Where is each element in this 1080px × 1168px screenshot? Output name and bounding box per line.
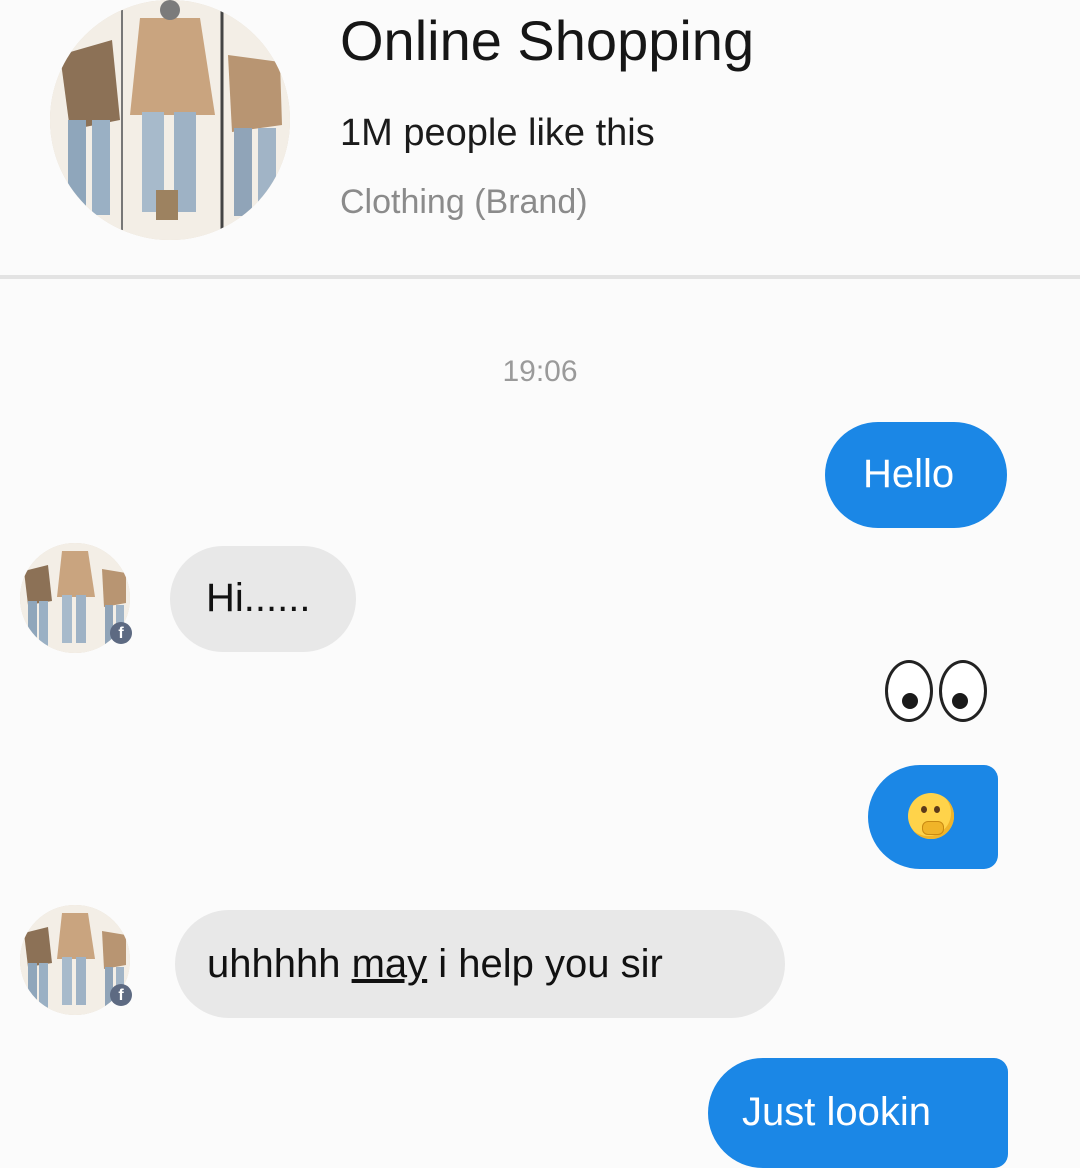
message-bubble-outgoing[interactable]: Hello <box>825 422 1007 528</box>
thinking-face-icon <box>908 793 954 839</box>
message-text: i help you sir <box>427 942 663 986</box>
page-avatar[interactable] <box>50 0 290 240</box>
page-likes-count: 1M people like this <box>340 112 655 154</box>
eyes-emoji-icon[interactable] <box>885 660 995 730</box>
message-text: uhhhhh <box>207 942 352 986</box>
messenger-badge-icon: f <box>110 622 132 644</box>
message-timestamp: 19:06 <box>502 355 578 388</box>
message-bubble-incoming[interactable]: Hi...... <box>170 546 356 652</box>
page-category: Clothing (Brand) <box>340 183 588 221</box>
eye-icon <box>939 660 987 722</box>
eye-icon <box>885 660 933 722</box>
page-header: Online Shopping 1M people like this Clot… <box>0 0 1080 280</box>
message-bubble-incoming[interactable]: uhhhhh may i help you sir <box>175 910 785 1018</box>
messenger-badge-icon: f <box>110 984 132 1006</box>
message-bubble-outgoing[interactable]: Just lookin <box>708 1058 1008 1168</box>
message-text-underlined: may <box>351 942 428 986</box>
page-name[interactable]: Online Shopping <box>340 8 754 73</box>
header-divider <box>0 275 1080 279</box>
clothing-photo-icon <box>50 0 290 240</box>
message-bubble-outgoing[interactable] <box>868 765 998 869</box>
